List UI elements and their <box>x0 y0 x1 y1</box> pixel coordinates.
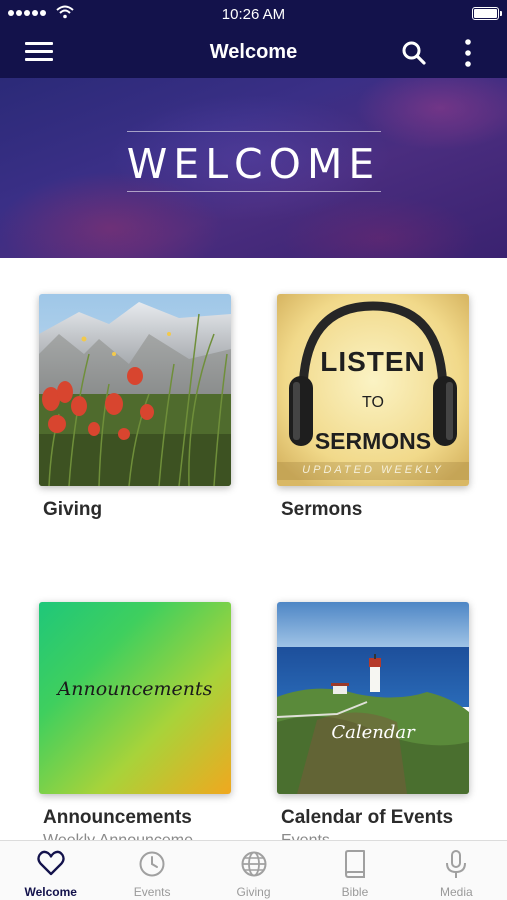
heart-icon <box>37 850 65 876</box>
welcome-banner: WELCOME <box>0 78 507 258</box>
tab-events[interactable]: Events <box>101 841 202 900</box>
clock-icon <box>139 851 165 877</box>
tab-label: Giving <box>236 885 271 899</box>
tile-title[interactable]: Calendar of Events <box>281 807 453 829</box>
tab-label: Events <box>133 885 171 899</box>
image-text-to: TO <box>362 394 384 411</box>
banner-title: WELCOME <box>126 140 381 188</box>
tab-giving[interactable]: Giving <box>203 841 304 900</box>
microphone-icon <box>446 850 467 878</box>
book-icon <box>344 850 365 878</box>
battery-icon <box>472 7 502 20</box>
tab-label: Media <box>439 885 473 899</box>
image-text-announcements: Announcements <box>57 678 213 700</box>
tile-title[interactable]: Sermons <box>281 499 362 521</box>
gradient-image[interactable]: Announcements <box>39 602 231 794</box>
lighthouse-image[interactable]: Calendar <box>277 602 469 794</box>
search-icon[interactable] <box>401 40 427 66</box>
status-bar: 10:26 AM <box>0 0 507 28</box>
tile-title[interactable]: Giving <box>43 499 102 521</box>
tab-label: Bible <box>341 885 369 899</box>
tab-bar: Welcome Events Giving Bible Media <box>0 840 507 900</box>
banner-divider-bottom <box>127 191 381 192</box>
page-title: Welcome <box>209 41 298 63</box>
tile-title[interactable]: Announcements <box>43 807 192 829</box>
tab-media[interactable]: Media <box>406 841 507 900</box>
tab-welcome[interactable]: Welcome <box>0 841 101 900</box>
navigation-bar: Welcome <box>0 28 507 78</box>
headphones-image[interactable]: LISTEN TO SERMONS UPDATED WEEKLY <box>277 294 469 486</box>
image-text-calendar: Calendar <box>331 722 415 743</box>
tab-bible[interactable]: Bible <box>304 841 405 900</box>
status-time: 10:26 AM <box>221 6 286 23</box>
more-vertical-icon[interactable] <box>457 38 479 68</box>
mountain-wildflowers-image[interactable] <box>39 294 231 486</box>
image-text-sermons: SERMONS <box>314 428 432 454</box>
image-text-listen: LISTEN <box>320 346 426 377</box>
banner-divider-top <box>127 131 381 132</box>
globe-icon <box>241 851 267 877</box>
image-text-updated: UPDATED WEEKLY <box>302 464 444 476</box>
tab-label: Welcome <box>24 885 77 899</box>
